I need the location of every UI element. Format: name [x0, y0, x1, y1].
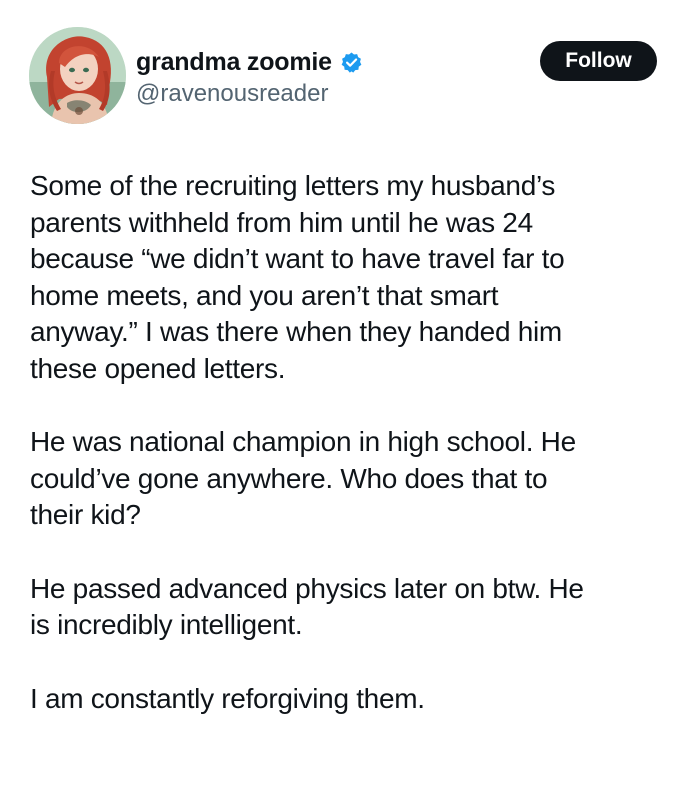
avatar-image: [29, 27, 126, 124]
verified-badge-icon: [340, 51, 363, 74]
author-handle[interactable]: @ravenousreader: [136, 80, 328, 108]
tweet-paragraph: He passed advanced physics later on btw.…: [30, 572, 584, 641]
follow-button[interactable]: Follow: [540, 41, 657, 81]
tweet-card: grandma zoomie @ravenousreader Follow So…: [0, 0, 700, 810]
author-display-name[interactable]: grandma zoomie: [136, 48, 332, 77]
author-name-row: grandma zoomie: [136, 46, 363, 78]
tweet-paragraph: He was national champion in high school.…: [30, 426, 576, 530]
tweet-paragraph: Some of the recruiting letters my husban…: [30, 170, 565, 384]
avatar[interactable]: [29, 27, 126, 124]
tweet-text: Some of the recruiting letters my husban…: [30, 168, 680, 754]
tweet-paragraph: I am constantly reforgiving them.: [30, 682, 425, 714]
